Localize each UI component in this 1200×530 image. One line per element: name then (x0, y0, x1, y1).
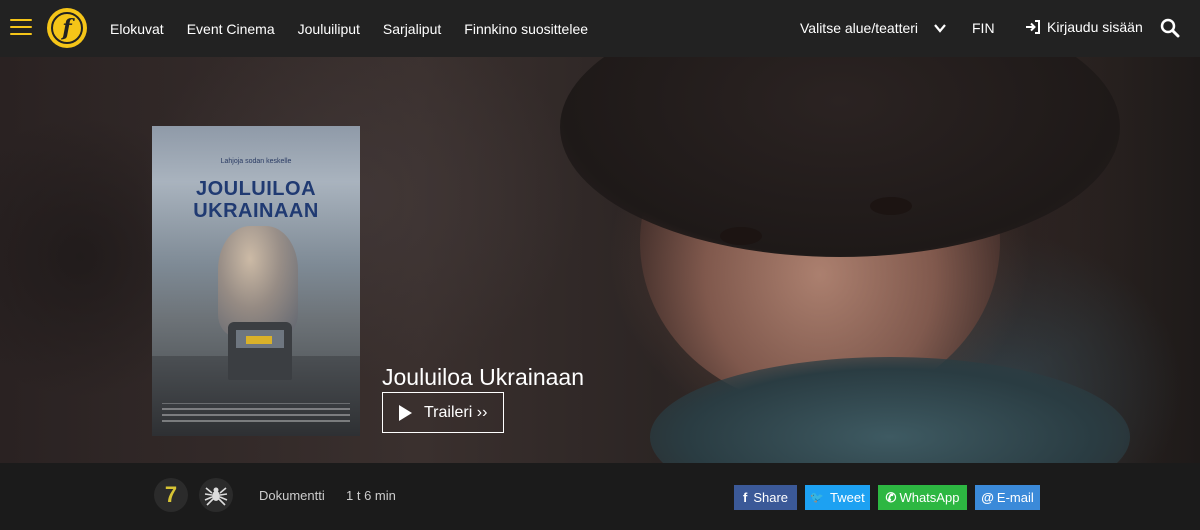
whatsapp-icon: ✆ (885, 489, 897, 505)
search-icon[interactable] (1160, 18, 1180, 38)
spider-icon (199, 478, 233, 512)
email-icon: @ (981, 490, 994, 505)
facebook-share-label: Share (753, 490, 789, 505)
genre-label: Dokumentti (259, 488, 325, 503)
trailer-button[interactable]: Traileri ›› (382, 392, 504, 433)
play-icon (399, 404, 412, 421)
movie-poster[interactable]: Lahjoja sodan keskelle JOULUILOA UKRAINA… (152, 126, 360, 436)
email-share-button[interactable]: @ E-mail (975, 485, 1040, 510)
email-share-label: E-mail (996, 490, 1034, 505)
whatsapp-share-button[interactable]: ✆ WhatsApp (878, 485, 967, 510)
twitter-icon: 🐦 (810, 492, 824, 504)
poster-tagline: Lahjoja sodan keskelle (220, 158, 292, 165)
facebook-share-button[interactable]: f Share (734, 485, 797, 510)
backdrop-eye-left (720, 227, 762, 245)
login-icon (1026, 20, 1040, 34)
movie-title: Jouluiloa Ukrainaan (382, 364, 585, 390)
language-selector[interactable]: FIN (972, 20, 995, 36)
poster-credits (162, 403, 350, 426)
facebook-icon: f (742, 490, 748, 505)
backdrop-eye-right (870, 197, 912, 215)
login-button[interactable]: Kirjaudu sisään (1025, 19, 1143, 35)
nav-item-jouluiliput[interactable]: Jouluiliput (298, 21, 360, 37)
poster-van (228, 322, 292, 380)
nav-item-finnkino-suosittelee[interactable]: Finnkino suosittelee (464, 21, 588, 37)
finnkino-logo[interactable]: f (47, 8, 87, 48)
top-navigation-bar: f Elokuvat Event Cinema Jouluiliput Sarj… (0, 0, 1200, 57)
chevron-down-icon[interactable] (934, 22, 946, 34)
whatsapp-share-label: WhatsApp (899, 490, 960, 505)
age-rating-badge: 7 (154, 478, 188, 512)
poster-title-line1: JOULUILOA (195, 178, 317, 200)
twitter-share-label: Tweet (830, 490, 865, 505)
main-nav: Elokuvat Event Cinema Jouluiliput Sarjal… (110, 0, 611, 57)
nav-item-sarjaliput[interactable]: Sarjaliput (383, 21, 441, 37)
menu-icon[interactable] (10, 19, 32, 37)
nav-item-elokuvat[interactable]: Elokuvat (110, 21, 164, 37)
duration-label: 1 t 6 min (346, 488, 396, 503)
login-label: Kirjaudu sisään (1047, 19, 1143, 35)
poster-title-line2: UKRAINAAN (193, 200, 319, 222)
logo-letter: f (51, 12, 83, 44)
trailer-label: Traileri ›› (424, 403, 488, 421)
twitter-share-button[interactable]: 🐦 Tweet (805, 485, 870, 510)
region-selector[interactable]: Valitse alue/teatteri (800, 20, 918, 36)
poster-hug-image (218, 226, 298, 336)
nav-item-event-cinema[interactable]: Event Cinema (187, 21, 275, 37)
